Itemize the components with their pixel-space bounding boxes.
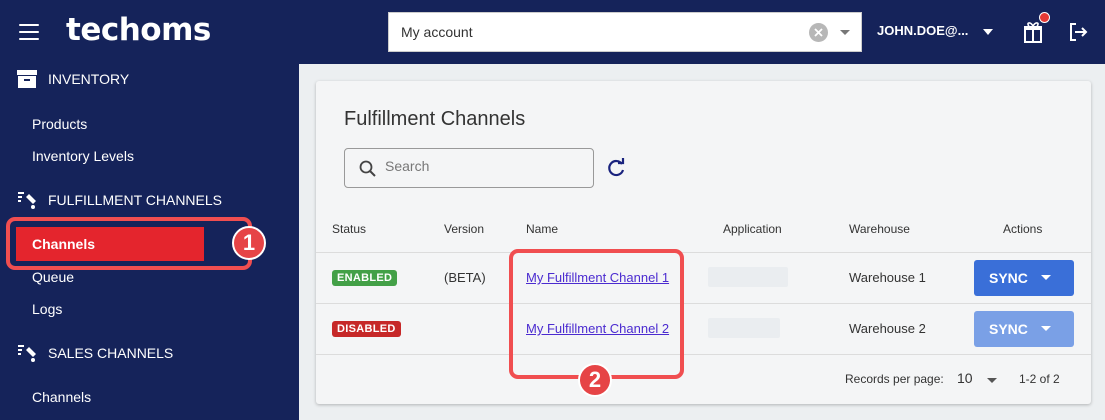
column-header-version[interactable]: Version	[444, 222, 484, 236]
column-header-status[interactable]: Status	[332, 222, 366, 236]
chevron-down-icon[interactable]	[1041, 275, 1051, 280]
column-header-warehouse[interactable]: Warehouse	[849, 222, 910, 236]
chevron-down-icon[interactable]	[987, 378, 997, 383]
sidebar-item-logs[interactable]: Logs	[32, 301, 62, 317]
records-per-page-select[interactable]: 10	[957, 370, 973, 386]
sidebar-item-queue[interactable]: Queue	[32, 269, 74, 285]
account-select-value: My account	[401, 24, 473, 40]
chevron-down-icon[interactable]	[840, 30, 850, 35]
divider	[316, 354, 1091, 355]
sync-button-label: SYNC	[989, 321, 1028, 337]
search-field[interactable]	[344, 148, 594, 188]
column-header-application[interactable]: Application	[723, 222, 782, 236]
sidebar-item-inventory-levels[interactable]: Inventory Levels	[32, 148, 134, 164]
sidebar-item-products[interactable]: Products	[32, 116, 87, 132]
warehouse-cell: Warehouse 1	[849, 270, 926, 285]
application-cell	[708, 318, 780, 338]
sync-button-disabled[interactable]: SYNC	[974, 311, 1074, 347]
annotation-number-1: 1	[232, 226, 266, 260]
sync-button[interactable]: SYNC	[974, 260, 1074, 296]
sidebar-section-label: SALES CHANNELS	[48, 345, 174, 361]
divider	[316, 252, 1091, 253]
chevron-down-icon[interactable]	[983, 29, 993, 35]
status-badge: ENABLED	[332, 270, 398, 286]
refresh-icon[interactable]	[605, 157, 627, 179]
notification-badge	[1039, 12, 1050, 23]
status-badge: DISABLED	[332, 321, 401, 337]
annotation-box-2	[509, 249, 684, 379]
app-logo[interactable]: techoms	[66, 12, 211, 48]
logout-icon[interactable]	[1067, 21, 1089, 43]
search-input[interactable]	[385, 158, 585, 174]
user-menu[interactable]: JOHN.DOE@...	[877, 23, 968, 38]
gift-icon[interactable]	[1023, 21, 1043, 43]
sidebar-section-label: FULFILLMENT CHANNELS	[48, 192, 223, 208]
annotation-box-1	[6, 217, 252, 270]
sync-button-label: SYNC	[989, 270, 1028, 286]
warehouse-cell: Warehouse 2	[849, 321, 926, 336]
sidebar-section-inventory[interactable]: INVENTORY	[16, 69, 129, 89]
fulfillment-icon	[18, 192, 36, 209]
sidebar-section-fulfillment-channels[interactable]: FULFILLMENT CHANNELS	[16, 190, 222, 210]
column-header-actions: Actions	[1003, 222, 1043, 236]
search-icon	[359, 160, 376, 177]
archive-icon	[17, 70, 37, 88]
sidebar-section-label: INVENTORY	[48, 71, 130, 87]
pagination-range: 1-2 of 2	[1019, 372, 1060, 386]
application-cell	[708, 267, 788, 287]
sales-icon	[18, 345, 36, 362]
page-title: Fulfillment Channels	[344, 108, 526, 130]
annotation-number-2: 2	[578, 363, 612, 397]
clear-icon[interactable]	[809, 23, 828, 42]
account-select[interactable]: My account	[388, 12, 862, 52]
divider	[316, 303, 1091, 304]
sidebar-item-sales-channels[interactable]: Channels	[32, 389, 91, 405]
top-bar: techoms My account JOHN.DOE@...	[0, 0, 1105, 64]
records-per-page-label: Records per page:	[845, 372, 944, 386]
column-header-name[interactable]: Name	[526, 222, 558, 236]
menu-icon[interactable]	[19, 24, 39, 40]
version-cell: (BETA)	[444, 270, 486, 285]
sidebar-section-sales-channels[interactable]: SALES CHANNELS	[16, 343, 173, 363]
fulfillment-channels-card: Fulfillment Channels Status Version Name…	[316, 81, 1091, 404]
chevron-down-icon[interactable]	[1041, 326, 1051, 331]
